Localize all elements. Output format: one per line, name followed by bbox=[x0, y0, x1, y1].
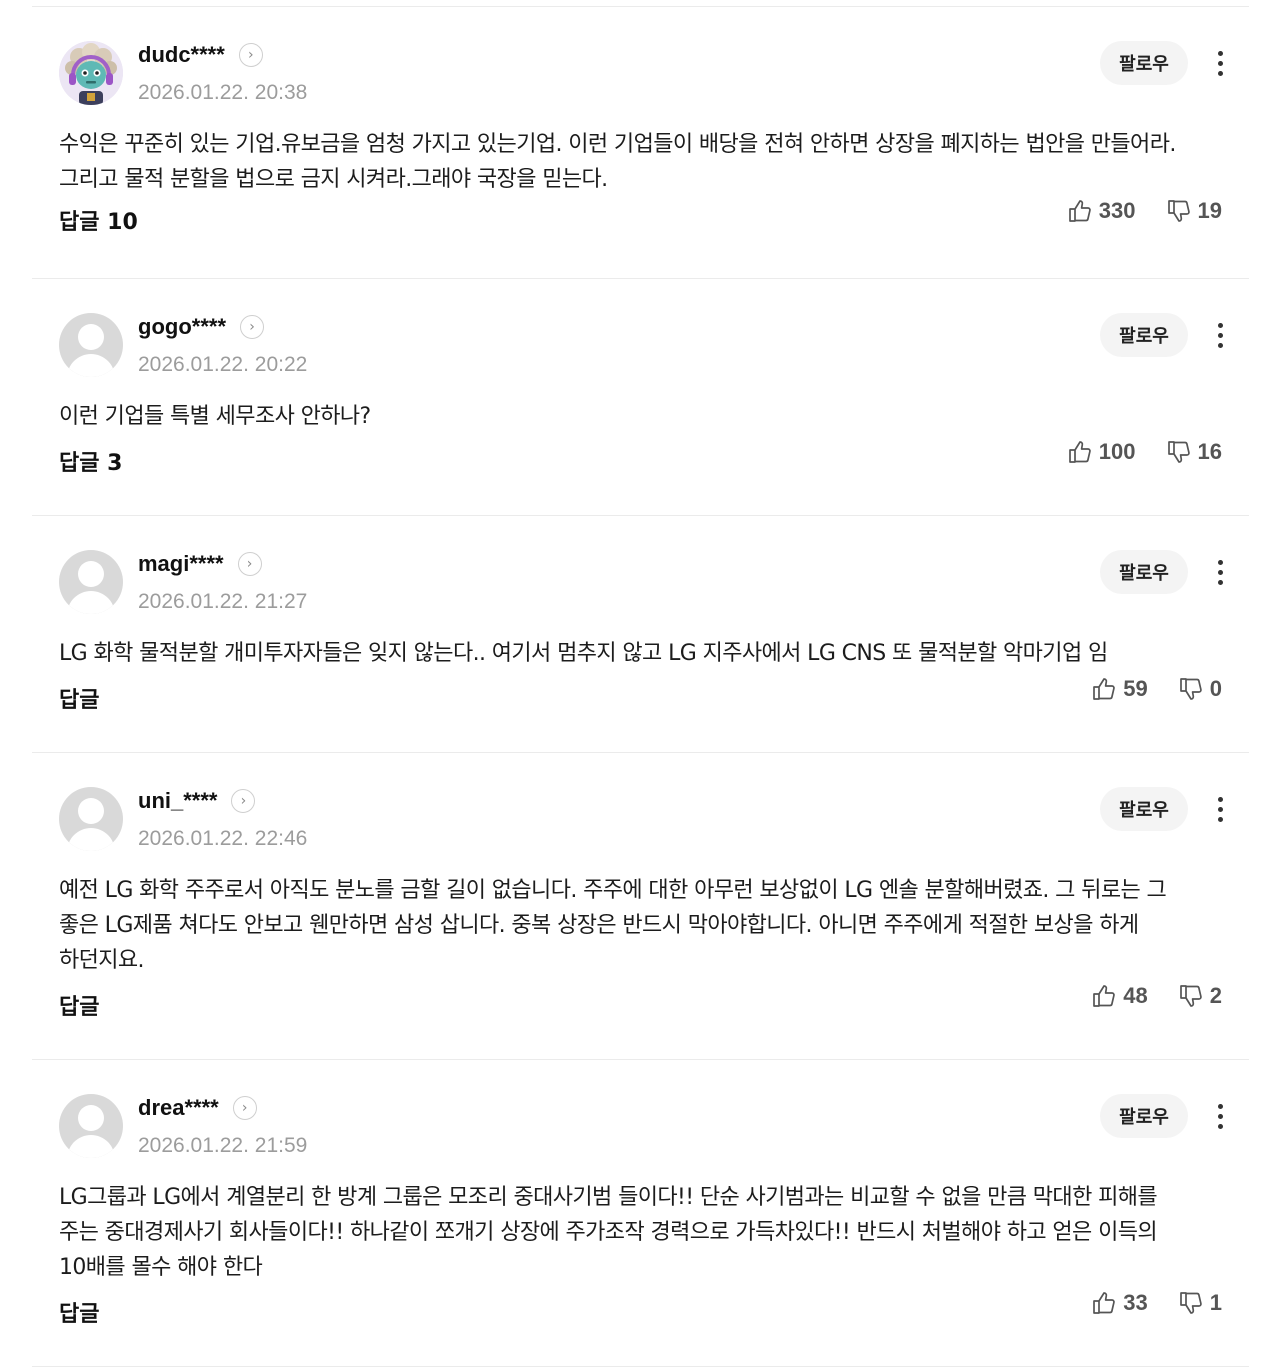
thumbs-down-icon bbox=[1179, 1292, 1202, 1314]
vote-group: 330 19 bbox=[1067, 198, 1222, 224]
avatar[interactable] bbox=[59, 550, 123, 614]
like-button[interactable]: 59 bbox=[1091, 676, 1148, 702]
like-button[interactable]: 100 bbox=[1067, 439, 1136, 465]
reply-button[interactable]: 답글 bbox=[59, 1296, 99, 1328]
comment-footer: 답글 3 100 16 bbox=[59, 429, 1222, 489]
vote-group: 100 16 bbox=[1067, 439, 1222, 465]
comment-date: 2026.01.22. 22:46 bbox=[138, 827, 308, 850]
reply-button[interactable]: 답글 10 bbox=[59, 204, 138, 236]
like-button[interactable]: 33 bbox=[1091, 1290, 1148, 1316]
like-count: 33 bbox=[1123, 1290, 1148, 1315]
more-options-icon[interactable] bbox=[1208, 789, 1232, 829]
thumbs-down-icon bbox=[1179, 985, 1202, 1007]
dislike-button[interactable]: 1 bbox=[1178, 1290, 1222, 1316]
comment-date: 2026.01.22. 20:38 bbox=[138, 81, 308, 104]
nickname[interactable]: dudc**** bbox=[138, 42, 225, 68]
comment-item: magi**** › 2026.01.22. 21:27 팔로우 LG 화학 물… bbox=[32, 516, 1249, 753]
follow-button[interactable]: 팔로우 bbox=[1100, 787, 1188, 831]
dislike-count: 0 bbox=[1209, 676, 1222, 701]
thumbs-down-icon bbox=[1179, 678, 1202, 700]
comment-list: dudc**** › 2026.01.22. 20:38 팔로우 수익은 꾸준히… bbox=[32, 6, 1249, 1367]
comment-footer: 답글 10 330 19 bbox=[59, 188, 1222, 248]
like-button[interactable]: 48 bbox=[1091, 983, 1148, 1009]
more-options-icon[interactable] bbox=[1208, 1096, 1232, 1136]
more-options-icon[interactable] bbox=[1208, 315, 1232, 355]
nickname-row: magi**** › bbox=[138, 550, 262, 578]
thumbs-up-icon bbox=[1068, 200, 1091, 222]
chevron-right-icon[interactable]: › bbox=[238, 43, 263, 67]
dislike-button[interactable]: 2 bbox=[1178, 983, 1222, 1009]
vote-group: 59 0 bbox=[1091, 676, 1222, 702]
reply-button[interactable]: 답글 bbox=[59, 682, 99, 714]
nickname[interactable]: uni_**** bbox=[138, 788, 217, 814]
like-count: 330 bbox=[1098, 198, 1136, 223]
thumbs-down-icon bbox=[1167, 200, 1190, 222]
follow-button[interactable]: 팔로우 bbox=[1100, 313, 1188, 357]
nickname[interactable]: magi**** bbox=[138, 551, 224, 577]
chevron-right-icon[interactable]: › bbox=[231, 789, 256, 813]
thumbs-up-icon bbox=[1093, 678, 1116, 700]
nickname[interactable]: gogo**** bbox=[138, 314, 226, 340]
comment-date: 2026.01.22. 21:59 bbox=[138, 1134, 308, 1157]
more-options-icon[interactable] bbox=[1208, 552, 1232, 592]
comment-text: LG그룹과 LG에서 계열분리 한 방계 그룹은 모조리 중대사기범 들이다!!… bbox=[59, 1185, 1158, 1280]
dislike-count: 16 bbox=[1197, 439, 1222, 464]
character-avatar-icon bbox=[59, 41, 123, 105]
comment-text: 예전 LG 화학 주주로서 아직도 분노를 금할 길이 없습니다. 주주에 대한… bbox=[59, 878, 1167, 973]
comment-item: uni_**** › 2026.01.22. 22:46 팔로우 예전 LG 화… bbox=[32, 753, 1249, 1060]
comment-footer: 답글 33 1 bbox=[59, 1280, 1222, 1340]
dislike-button[interactable]: 0 bbox=[1178, 676, 1222, 702]
comment-text: 수익은 꾸준히 있는 기업.유보금을 엄청 가지고 있는기업. 이런 기업들이 … bbox=[59, 132, 1176, 192]
more-options-icon[interactable] bbox=[1208, 43, 1232, 83]
thumbs-up-icon bbox=[1093, 1292, 1116, 1314]
comment-item: gogo**** › 2026.01.22. 20:22 팔로우 이런 기업들 … bbox=[32, 279, 1249, 516]
dislike-count: 2 bbox=[1209, 983, 1222, 1008]
avatar[interactable] bbox=[59, 787, 123, 851]
vote-group: 33 1 bbox=[1091, 1290, 1222, 1316]
comment-date: 2026.01.22. 20:22 bbox=[138, 353, 308, 376]
thumbs-up-icon bbox=[1068, 441, 1091, 463]
vote-group: 48 2 bbox=[1091, 983, 1222, 1009]
avatar[interactable] bbox=[59, 1094, 123, 1158]
follow-button[interactable]: 팔로우 bbox=[1100, 1094, 1188, 1138]
like-count: 100 bbox=[1098, 439, 1136, 464]
chevron-right-icon[interactable]: › bbox=[240, 315, 264, 339]
comment-item: dudc**** › 2026.01.22. 20:38 팔로우 수익은 꾸준히… bbox=[32, 7, 1249, 279]
like-count: 48 bbox=[1123, 983, 1148, 1008]
nickname-row: uni_**** › bbox=[138, 787, 256, 815]
nickname-row: dudc**** › bbox=[138, 41, 263, 69]
nickname-row: gogo**** › bbox=[138, 313, 264, 341]
comment-header: dudc**** › 2026.01.22. 20:38 팔로우 bbox=[59, 41, 1223, 107]
comment-header: uni_**** › 2026.01.22. 22:46 팔로우 bbox=[59, 787, 1223, 853]
like-button[interactable]: 330 bbox=[1067, 198, 1136, 224]
comment-header: drea**** › 2026.01.22. 21:59 팔로우 bbox=[59, 1094, 1223, 1160]
chevron-right-icon[interactable]: › bbox=[237, 552, 262, 576]
dislike-count: 19 bbox=[1197, 198, 1222, 223]
avatar[interactable] bbox=[59, 41, 123, 105]
comment-header: magi**** › 2026.01.22. 21:27 팔로우 bbox=[59, 550, 1223, 616]
comment-footer: 답글 59 0 bbox=[59, 666, 1222, 726]
follow-button[interactable]: 팔로우 bbox=[1100, 550, 1188, 594]
follow-button[interactable]: 팔로우 bbox=[1100, 41, 1188, 85]
dislike-count: 1 bbox=[1209, 1290, 1222, 1315]
comment-header: gogo**** › 2026.01.22. 20:22 팔로우 bbox=[59, 313, 1223, 379]
comment-footer: 답글 48 2 bbox=[59, 973, 1222, 1033]
thumbs-down-icon bbox=[1167, 441, 1190, 463]
avatar[interactable] bbox=[59, 313, 123, 377]
dislike-button[interactable]: 19 bbox=[1166, 198, 1222, 224]
like-count: 59 bbox=[1123, 676, 1148, 701]
reply-button[interactable]: 답글 bbox=[59, 989, 99, 1021]
nickname-row: drea**** › bbox=[138, 1094, 257, 1122]
chevron-right-icon[interactable]: › bbox=[232, 1096, 257, 1120]
dislike-button[interactable]: 16 bbox=[1166, 439, 1222, 465]
comment-date: 2026.01.22. 21:27 bbox=[138, 590, 308, 613]
nickname[interactable]: drea**** bbox=[138, 1095, 219, 1121]
thumbs-up-icon bbox=[1093, 985, 1116, 1007]
comment-item: drea**** › 2026.01.22. 21:59 팔로우 LG그룹과 L… bbox=[32, 1060, 1249, 1367]
reply-button[interactable]: 답글 3 bbox=[59, 445, 122, 477]
